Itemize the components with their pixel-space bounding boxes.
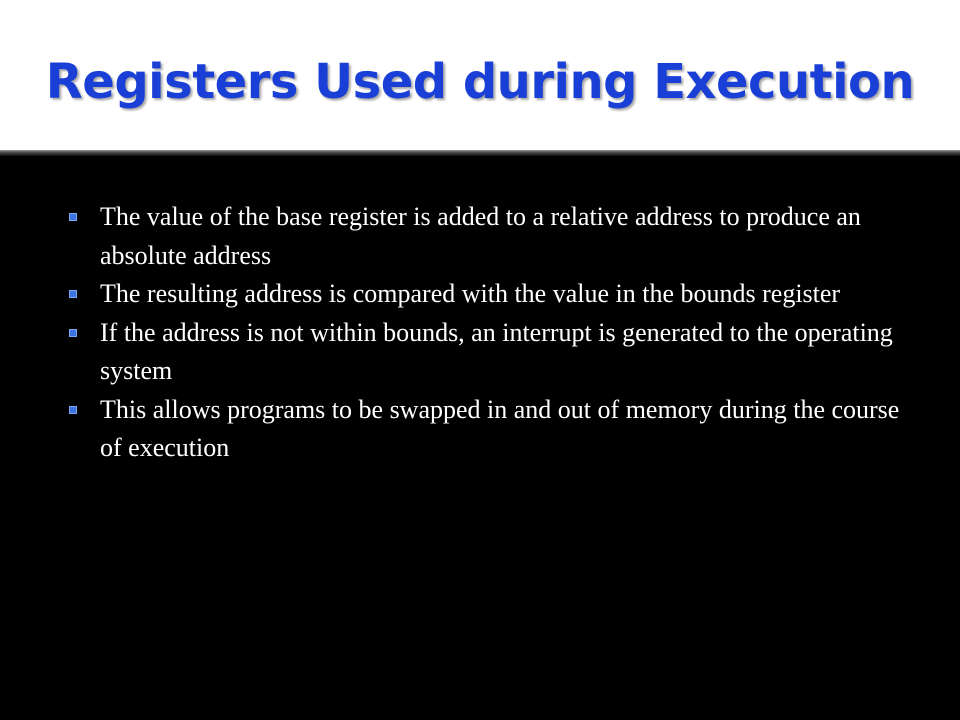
title-divider xyxy=(0,150,960,156)
bullet-text: This allows programs to be swapped in an… xyxy=(100,394,900,463)
list-item: If the address is not within bounds, an … xyxy=(66,314,926,391)
square-bullet-icon xyxy=(69,290,77,298)
square-bullet-icon xyxy=(69,328,77,337)
slide: Registers Used during Execution The valu… xyxy=(0,0,960,720)
list-item: The value of the base register is added … xyxy=(66,198,926,275)
bullet-list: The value of the base register is added … xyxy=(66,198,926,468)
square-bullet-icon xyxy=(69,405,77,414)
bullet-text: The resulting address is compared with t… xyxy=(100,279,841,308)
slide-title: Registers Used during Execution xyxy=(45,54,915,110)
bullet-text: The value of the base register is added … xyxy=(100,202,861,270)
title-band: Registers Used during Execution xyxy=(0,0,960,150)
list-item: This allows programs to be swapped in an… xyxy=(66,391,926,468)
square-bullet-icon xyxy=(69,213,77,221)
list-item: The resulting address is compared with t… xyxy=(66,275,926,314)
bullet-text: If the address is not within bounds, an … xyxy=(100,317,893,386)
